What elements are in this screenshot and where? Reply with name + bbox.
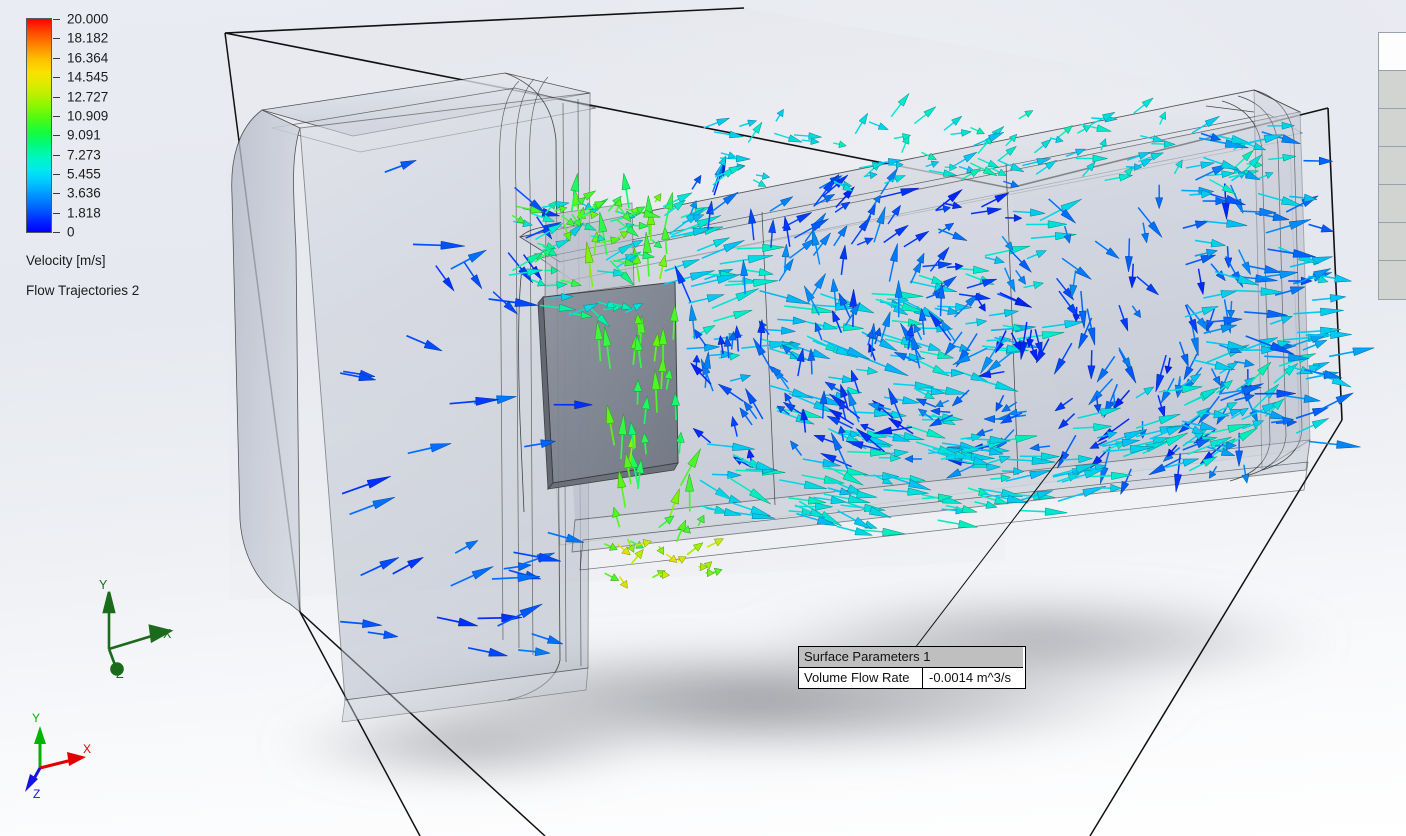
triad-label-y: Y bbox=[99, 578, 108, 592]
color-legend-tick bbox=[53, 115, 60, 117]
color-legend-bar bbox=[26, 18, 52, 233]
toolbar-cell[interactable] bbox=[1379, 261, 1406, 299]
color-legend-tick bbox=[53, 135, 60, 137]
surface-parameters-callout[interactable]: Surface Parameters 1 Volume Flow Rate -0… bbox=[798, 646, 1026, 689]
view-axis-triad[interactable]: Y X Z bbox=[25, 711, 91, 801]
toolbar-cell[interactable] bbox=[1379, 147, 1406, 185]
color-legend-tick bbox=[53, 193, 60, 195]
color-legend-tick bbox=[53, 77, 60, 79]
callout-header: Surface Parameters 1 bbox=[799, 647, 1023, 668]
toolbar-cell[interactable] bbox=[1379, 223, 1406, 261]
color-legend-tick-label: 3.636 bbox=[67, 185, 101, 201]
color-legend-tick-label: 1.818 bbox=[67, 205, 101, 221]
docked-toolbar-strip[interactable] bbox=[1378, 32, 1406, 300]
color-legend-tick-label: 20.000 bbox=[67, 11, 109, 27]
color-legend-tick-label: 12.727 bbox=[67, 89, 109, 104]
color-legend-tick-label: 18.182 bbox=[67, 30, 109, 46]
toolbar-cell[interactable] bbox=[1379, 71, 1406, 109]
color-legend-tick-label: 5.455 bbox=[67, 166, 101, 182]
model-axis-triad: Y X Z bbox=[99, 578, 174, 681]
color-legend-plot-name: Flow Trajectories 2 bbox=[26, 283, 140, 298]
triad-label-x: X bbox=[163, 627, 172, 641]
flow-arrow bbox=[1308, 440, 1361, 449]
color-legend-title: Velocity [m/s] bbox=[26, 253, 106, 268]
callout-row-label: Volume Flow Rate bbox=[799, 668, 923, 688]
color-legend-tick bbox=[53, 173, 60, 175]
callout-row: Volume Flow Rate -0.0014 m^3/s bbox=[799, 668, 1025, 688]
toolbar-cell[interactable] bbox=[1379, 185, 1406, 223]
flow-arrow bbox=[1019, 507, 1068, 516]
toolbar-cell[interactable] bbox=[1379, 109, 1406, 147]
color-legend-tick bbox=[53, 19, 60, 20]
color-legend-tick-label: 0 bbox=[67, 224, 75, 240]
application-window: Y X Z Y X Z 20.000 18.182 16.364 14.545 … bbox=[0, 0, 1406, 836]
callout-row-value: -0.0014 m^3/s bbox=[923, 668, 1025, 688]
view-triad-label-x: X bbox=[83, 742, 91, 756]
color-legend-ticks bbox=[53, 18, 63, 233]
color-legend-tick-label: 16.364 bbox=[67, 50, 109, 66]
toolbar-cell[interactable] bbox=[1379, 33, 1406, 71]
color-legend-tick bbox=[53, 232, 60, 233]
color-legend-tick bbox=[53, 96, 60, 98]
color-legend-tick bbox=[53, 57, 60, 59]
color-legend-tick bbox=[53, 38, 60, 40]
view-triad-label-y: Y bbox=[32, 711, 40, 725]
color-legend-tick bbox=[53, 154, 60, 156]
color-legend[interactable]: 20.000 18.182 16.364 14.545 12.727 10.909 9.09… bbox=[26, 12, 216, 298]
triad-label-z: Z bbox=[116, 667, 124, 681]
color-legend-tick-label: 9.091 bbox=[67, 127, 101, 143]
view-triad-label-z: Z bbox=[33, 787, 40, 801]
color-legend-tick-label: 7.273 bbox=[67, 147, 101, 162]
inlet-plenum-body bbox=[231, 72, 597, 723]
color-legend-tick-label: 10.909 bbox=[67, 108, 109, 124]
color-legend-tick-label: 14.545 bbox=[67, 69, 109, 85]
color-legend-tick bbox=[53, 212, 60, 214]
